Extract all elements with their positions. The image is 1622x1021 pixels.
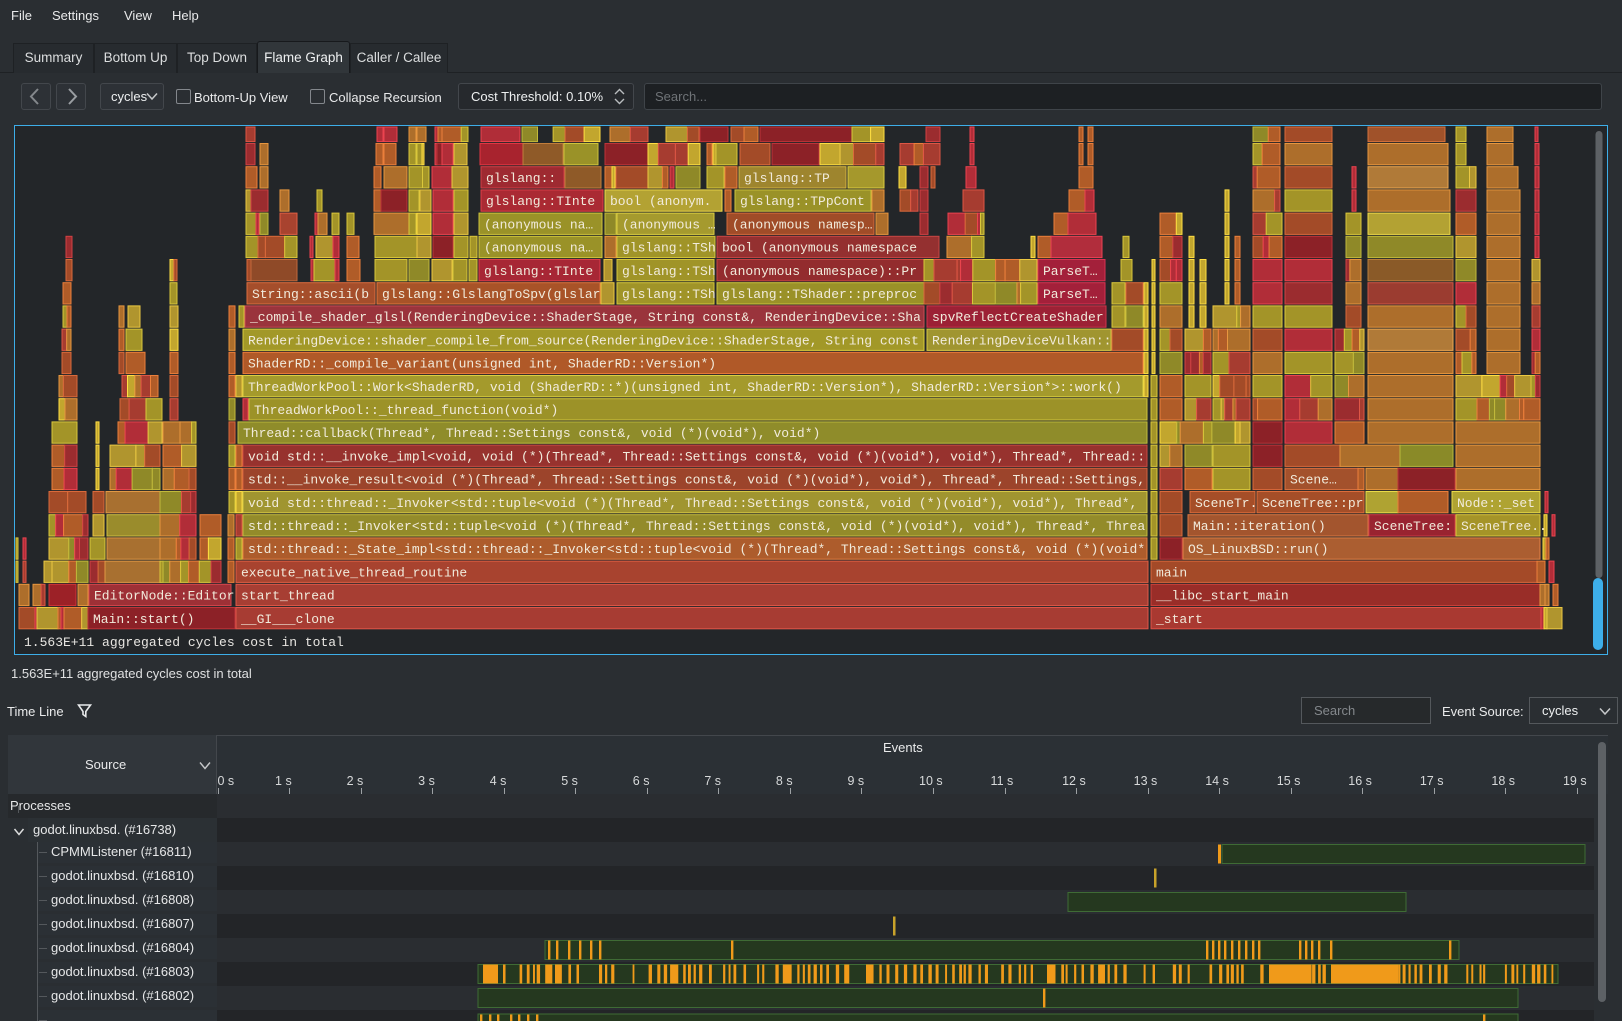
svg-text:(anonymous namespace)::Pr: (anonymous namespace)::Pr	[722, 264, 917, 279]
svg-text:glslang::TSh: glslang::TSh	[622, 264, 716, 279]
svg-text:bool (anonymous namespace: bool (anonymous namespace	[722, 241, 917, 256]
svg-text:_start: _start	[1155, 612, 1203, 627]
svg-text:std::__invoke_result<void (*)(: std::__invoke_result<void (*)(Thread*, T…	[248, 473, 1145, 488]
svg-text:SceneTr.: SceneTr.	[1195, 496, 1257, 511]
svg-text:glslang::TPpCont: glslang::TPpCont	[740, 194, 865, 209]
svg-text:__libc_start_main: __libc_start_main	[1155, 589, 1289, 604]
svg-text:ShaderRD::_compile_variant(uns: ShaderRD::_compile_variant(unsigned int,…	[248, 357, 716, 372]
svg-text:OS_LinuxBSD::run(): OS_LinuxBSD::run()	[1188, 542, 1328, 557]
svg-text:glslang::TShader::preproc: glslang::TShader::preproc	[722, 287, 917, 302]
svg-text:ParseT…: ParseT…	[1043, 264, 1098, 279]
svg-text:glslang::TInte: glslang::TInte	[484, 264, 593, 279]
svg-text:Main::iteration(): Main::iteration()	[1193, 519, 1326, 534]
svg-text:_compile_shader_glsl(Rendering: _compile_shader_glsl(RenderingDevice::Sh…	[249, 310, 921, 325]
svg-text:(anonymous na…: (anonymous na…	[484, 217, 593, 232]
svg-text:start_thread: start_thread	[241, 589, 335, 604]
svg-text:spvReflectCreateShader: spvReflectCreateShader	[932, 310, 1104, 325]
svg-text:SceneTree::pr: SceneTree::pr	[1262, 496, 1363, 511]
svg-text:bool (anonym.: bool (anonym.	[610, 194, 711, 209]
svg-text:glslang::TSh: glslang::TSh	[622, 241, 716, 256]
svg-text:Thread::callback(Thread*, Thre: Thread::callback(Thread*, Thread::Settin…	[243, 426, 820, 441]
svg-text:String::ascii(b: String::ascii(b	[252, 287, 369, 302]
svg-text:glslang::TP: glslang::TP	[744, 171, 830, 186]
svg-text:ParseT…: ParseT…	[1043, 287, 1098, 302]
svg-text:EditorNode::Editor: EditorNode::Editor	[94, 589, 234, 604]
svg-text:SceneTree..: SceneTree..	[1461, 519, 1547, 534]
svg-text:void std::__invoke_impl<void,: void std::__invoke_impl<void, void (*)(T…	[248, 449, 1145, 464]
svg-text:RenderingDevice::shader_compil: RenderingDevice::shader_compile_from_sou…	[248, 333, 919, 348]
svg-text:Scene…: Scene…	[1290, 473, 1337, 488]
svg-text:glslang::TSh: glslang::TSh	[622, 287, 716, 302]
svg-text:1.563E+11 aggregated cycles co: 1.563E+11 aggregated cycles cost in tota…	[24, 635, 344, 650]
svg-text:execute_native_thread_routine: execute_native_thread_routine	[241, 565, 467, 580]
svg-text:std::thread::_Invoker<std::tup: std::thread::_Invoker<std::tuple<void (*…	[248, 519, 1145, 534]
svg-text:ThreadWorkPool::Work<ShaderRD,: ThreadWorkPool::Work<ShaderRD, void (Sha…	[248, 380, 1122, 395]
svg-text:Node::_set: Node::_set	[1457, 496, 1535, 511]
svg-text:RenderingDeviceVulkan::: RenderingDeviceVulkan::	[932, 333, 1111, 348]
svg-text:glslang::: glslang::	[486, 171, 556, 186]
svg-text:void std::thread::_Invoker<std: void std::thread::_Invoker<std::tuple<vo…	[248, 496, 1137, 511]
svg-text:(anonymous na…: (anonymous na…	[484, 241, 593, 256]
svg-text:SceneTree:: SceneTree:	[1374, 519, 1452, 534]
svg-text:(anonymous namesp…: (anonymous namesp…	[732, 217, 873, 232]
svg-text:glslang::GlslangToSpv(glslar: glslang::GlslangToSpv(glslar	[382, 287, 600, 302]
svg-text:(anonymous …: (anonymous …	[622, 217, 716, 232]
svg-text:ThreadWorkPool::_thread_functi: ThreadWorkPool::_thread_function(void*)	[254, 403, 558, 418]
svg-text:glslang::TInte: glslang::TInte	[486, 194, 595, 209]
svg-text:std::thread::_State_impl<std::: std::thread::_State_impl<std::thread::_I…	[248, 542, 1145, 557]
svg-text:Main::start(): Main::start()	[93, 612, 194, 627]
svg-text:__GI___clone: __GI___clone	[240, 612, 335, 627]
svg-text:main: main	[1156, 565, 1187, 580]
